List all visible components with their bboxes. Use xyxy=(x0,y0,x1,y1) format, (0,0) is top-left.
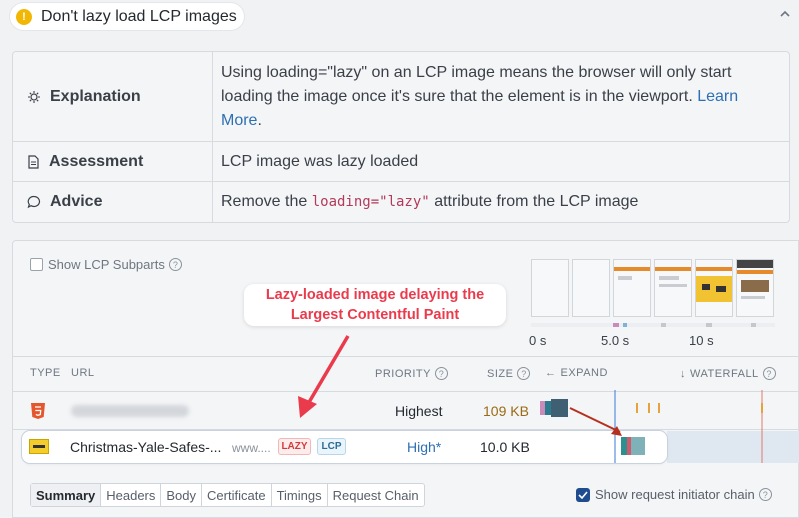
row-size: 109 KB xyxy=(483,403,529,419)
learn-more-link-2[interactable]: More xyxy=(221,112,257,129)
help-icon[interactable]: ? xyxy=(762,367,776,380)
row-filename: Christmas-Yale-Safes-... xyxy=(70,439,222,455)
tab-certificate[interactable]: Certificate xyxy=(202,484,272,506)
filmstrip-frame[interactable] xyxy=(736,259,774,317)
help-icon[interactable]: ? xyxy=(517,367,531,380)
row-size: 10.0 KB xyxy=(480,439,530,455)
initiator-toggle[interactable]: Show request initiator chain ? xyxy=(576,487,772,502)
initiator-checkbox[interactable] xyxy=(576,487,590,502)
check-icon xyxy=(578,490,588,499)
info-table: Explanation Using loading="lazy" on an L… xyxy=(12,51,790,223)
lazy-badge: LAZY xyxy=(278,438,311,455)
filmstrip-frame[interactable] xyxy=(613,259,651,317)
lightbulb-icon xyxy=(28,90,40,103)
assessment-row: Assessment LCP image was lazy loaded xyxy=(13,142,789,182)
time-label: 10 s xyxy=(689,333,714,348)
explanation-row: Explanation Using loading="lazy" on an L… xyxy=(13,52,789,142)
explanation-text: Using loading="lazy" on an LCP image mea… xyxy=(221,64,739,129)
selected-table-row[interactable]: Christmas-Yale-Safes-... www.... LAZY LC… xyxy=(22,431,667,463)
explanation-label: Explanation xyxy=(13,52,213,141)
divider xyxy=(13,429,798,430)
filmstrip-frame[interactable] xyxy=(531,259,569,317)
annotation-callout: Lazy-loaded image delaying the Largest C… xyxy=(244,284,506,326)
warning-icon: ! xyxy=(16,8,32,25)
learn-more-link[interactable]: Learn xyxy=(697,88,738,105)
assessment-label: Assessment xyxy=(13,142,213,181)
divider xyxy=(13,356,798,357)
filmstrip-frame[interactable] xyxy=(654,259,692,317)
tab-timings[interactable]: Timings xyxy=(272,484,328,506)
audit-title: Don't lazy load LCP images xyxy=(41,7,237,25)
filmstrip xyxy=(531,259,774,317)
col-priority[interactable]: PRIORITY? xyxy=(375,367,448,380)
image-thumbnail xyxy=(29,439,49,454)
request-panel: Show LCP Subparts ? 0 s 5.0 s 10 s TYPE … xyxy=(12,240,799,518)
chat-bubble-icon xyxy=(27,195,41,209)
row-priority: Highest xyxy=(395,403,443,419)
tab-headers[interactable]: Headers xyxy=(101,484,162,506)
filmstrip-frame[interactable] xyxy=(572,259,610,317)
row-priority: High* xyxy=(407,439,442,455)
tab-body[interactable]: Body xyxy=(161,484,203,506)
filmstrip-timeline xyxy=(531,323,775,327)
blurred-url xyxy=(71,405,189,417)
help-icon[interactable]: ? xyxy=(168,258,182,271)
col-waterfall[interactable]: ↓ WATERFALL? xyxy=(680,367,776,380)
time-label: 5.0 s xyxy=(601,333,630,348)
selected-row-waterfall-area xyxy=(667,431,799,463)
html5-icon xyxy=(31,403,45,419)
arrow-down-icon: ↓ xyxy=(680,367,686,380)
help-icon[interactable]: ? xyxy=(434,367,448,380)
col-size[interactable]: SIZE? xyxy=(487,367,531,380)
subparts-checkbox[interactable] xyxy=(30,258,43,271)
advice-label: Advice xyxy=(13,182,213,222)
expand-toggle[interactable]: ← EXPAND xyxy=(545,367,608,379)
row-host: www.... xyxy=(232,441,271,455)
chevron-up-icon[interactable] xyxy=(779,8,791,20)
assessment-text: LCP image was lazy loaded xyxy=(221,152,419,170)
detail-tabs: Summary Headers Body Certificate Timings… xyxy=(30,483,425,507)
advice-text: Remove the loading="lazy" attribute from… xyxy=(213,182,789,222)
help-icon[interactable]: ? xyxy=(758,488,772,501)
lcp-badge: LCP xyxy=(317,438,346,455)
arrow-left-icon: ← xyxy=(545,367,557,379)
document-icon xyxy=(28,154,39,169)
tab-request-chain[interactable]: Request Chain xyxy=(328,484,424,506)
audit-header[interactable]: ! Don't lazy load LCP images xyxy=(10,3,244,30)
advice-row: Advice Remove the loading="lazy" attribu… xyxy=(13,182,789,222)
tab-summary[interactable]: Summary xyxy=(31,484,102,506)
advice-code: loading="lazy" xyxy=(311,194,430,210)
time-label: 0 s xyxy=(529,333,547,348)
lcp-subparts-toggle[interactable]: Show LCP Subparts ? xyxy=(30,257,182,272)
table-row[interactable]: Highest 109 KB xyxy=(13,392,798,429)
filmstrip-frame[interactable] xyxy=(695,259,733,317)
col-url[interactable]: URL xyxy=(71,367,95,379)
col-type: TYPE xyxy=(30,367,61,379)
